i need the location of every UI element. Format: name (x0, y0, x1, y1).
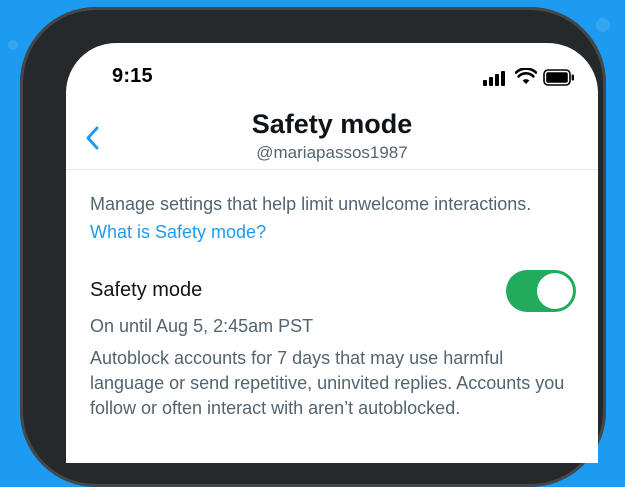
account-handle: @mariapassos1987 (256, 143, 408, 162)
status-time: 9:15 (112, 65, 153, 87)
navigation-header: Safety mode @mariapassos1987 (66, 107, 598, 170)
wifi-icon (515, 68, 537, 84)
background-decoration (596, 18, 610, 32)
battery-icon (543, 69, 574, 86)
status-bar: 9:15 (66, 43, 598, 107)
safety-mode-explanation: Autoblock accounts for 7 days that may u… (90, 348, 565, 418)
safety-mode-status: On until Aug 5, 2:45am PST (90, 316, 314, 336)
what-is-safety-mode-link[interactable]: What is Safety mode? (90, 217, 266, 247)
phone-frame: 9:15 Safety mode @mariapassos1987 Manage… (20, 7, 606, 487)
settings-description: Manage settings that help limit unwelcom… (90, 194, 532, 214)
toggle-knob (537, 273, 573, 309)
safety-mode-label: Safety mode (90, 279, 203, 301)
page-title: Safety mode (251, 109, 413, 139)
phone-screen: 9:15 Safety mode @mariapassos1987 Manage… (66, 43, 598, 463)
background-decoration (8, 40, 18, 50)
safety-mode-toggle[interactable] (506, 270, 576, 312)
cellular-signal-icon (483, 70, 509, 86)
